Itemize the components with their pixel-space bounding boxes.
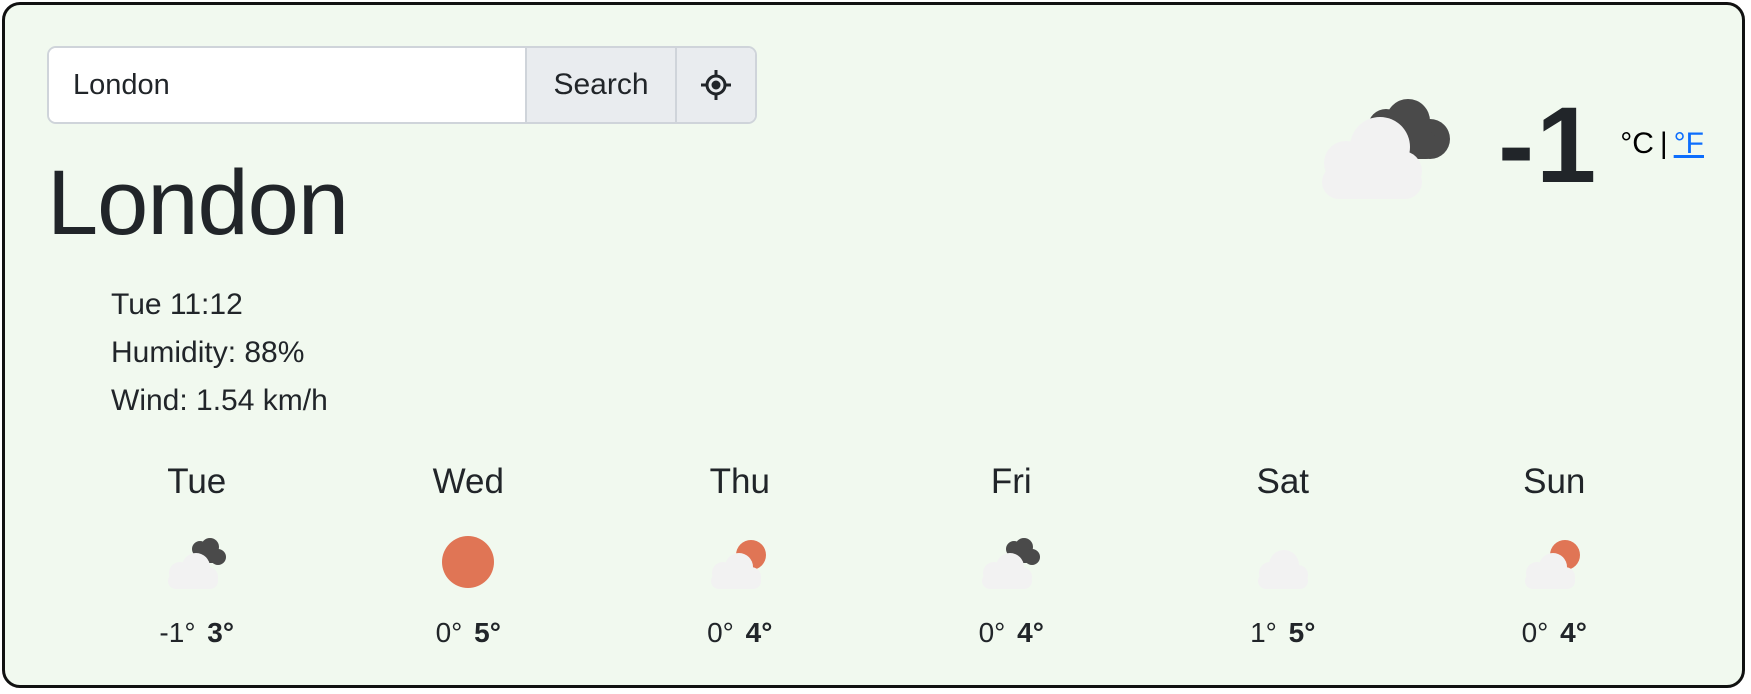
forecast-max-temp: 3° bbox=[207, 617, 235, 648]
forecast-temps: 1° 5° bbox=[1147, 617, 1419, 649]
forecast-max-temp: 4° bbox=[745, 617, 773, 648]
forecast-temps: 0° 4° bbox=[1419, 617, 1691, 649]
forecast-max-temp: 4° bbox=[1017, 617, 1044, 648]
forecast-day: Wed 0° 5° bbox=[333, 457, 605, 649]
date-time: Tue 11:12 bbox=[111, 288, 243, 321]
unit-toggle: °C | °F bbox=[1620, 127, 1704, 161]
forecast-min-temp: -1° bbox=[159, 617, 196, 648]
cloud-dark-cloud-icon bbox=[1322, 99, 1451, 199]
humidity: Humidity: 88% bbox=[111, 336, 305, 369]
cloud-dark-cloud-icon bbox=[167, 538, 226, 589]
forecast-temps: 0° 4° bbox=[876, 617, 1148, 649]
forecast-day-name: Thu bbox=[709, 462, 770, 501]
forecast-max-temp: 5° bbox=[474, 617, 501, 648]
forecast-day: Sat 1° 5° bbox=[1147, 457, 1419, 649]
weather-card: Search London Tue 11:12 Humidity: 88% Wi… bbox=[2, 2, 1745, 688]
forecast-day: Thu 0° 4° bbox=[604, 457, 876, 649]
current-temperature: -1 bbox=[1498, 84, 1599, 205]
celsius-unit: °C bbox=[1620, 127, 1654, 160]
forecast-row: Tue -1° 3° Wed 0° 5° Thu 0° 4° Fri 0° 4° Sat 1° 5… bbox=[61, 457, 1690, 649]
cloud-sun-icon bbox=[1525, 540, 1581, 589]
forecast-min-temp: 0° bbox=[1521, 617, 1549, 648]
forecast-min-temp: 1° bbox=[1250, 617, 1277, 648]
forecast-day-name: Fri bbox=[990, 462, 1032, 501]
cloud-icon bbox=[1257, 550, 1308, 589]
forecast-temps: 0° 5° bbox=[333, 617, 605, 649]
forecast-temps: 0° 4° bbox=[604, 617, 876, 649]
search-button[interactable]: Search bbox=[525, 48, 675, 122]
city-name: London bbox=[47, 152, 349, 254]
forecast-min-temp: 0° bbox=[435, 617, 463, 648]
forecast-day-name: Wed bbox=[432, 462, 504, 501]
forecast-day-name: Tue bbox=[167, 462, 227, 501]
forecast-day: Fri 0° 4° bbox=[876, 457, 1148, 649]
current-weather: -1 °C | °F bbox=[1302, 85, 1704, 205]
forecast-min-temp: 0° bbox=[978, 617, 1006, 648]
crosshair-icon bbox=[701, 70, 731, 100]
search-input[interactable] bbox=[49, 48, 525, 122]
forecast-max-temp: 5° bbox=[1288, 617, 1316, 648]
forecast-day-name: Sat bbox=[1256, 462, 1310, 501]
sun-icon bbox=[442, 536, 495, 588]
search-form: Search bbox=[47, 46, 757, 124]
fahrenheit-link[interactable]: °F bbox=[1674, 127, 1704, 160]
cloud-dark-cloud-icon bbox=[982, 538, 1041, 589]
weather-details: Tue 11:12 Humidity: 88% Wind: 1.54 km/h bbox=[111, 283, 328, 427]
forecast-min-temp: 0° bbox=[707, 617, 734, 648]
forecast-temps: -1° 3° bbox=[61, 617, 333, 649]
forecast-max-temp: 4° bbox=[1560, 617, 1587, 648]
forecast-day: Sun 0° 4° bbox=[1419, 457, 1691, 649]
unit-separator: | bbox=[1659, 127, 1668, 160]
forecast-day-name: Sun bbox=[1523, 462, 1586, 501]
wind-speed: Wind: 1.54 km/h bbox=[111, 384, 328, 417]
cloud-sun-icon bbox=[710, 540, 766, 589]
forecast-day: Tue -1° 3° bbox=[61, 457, 333, 649]
current-location-button[interactable] bbox=[675, 48, 755, 122]
